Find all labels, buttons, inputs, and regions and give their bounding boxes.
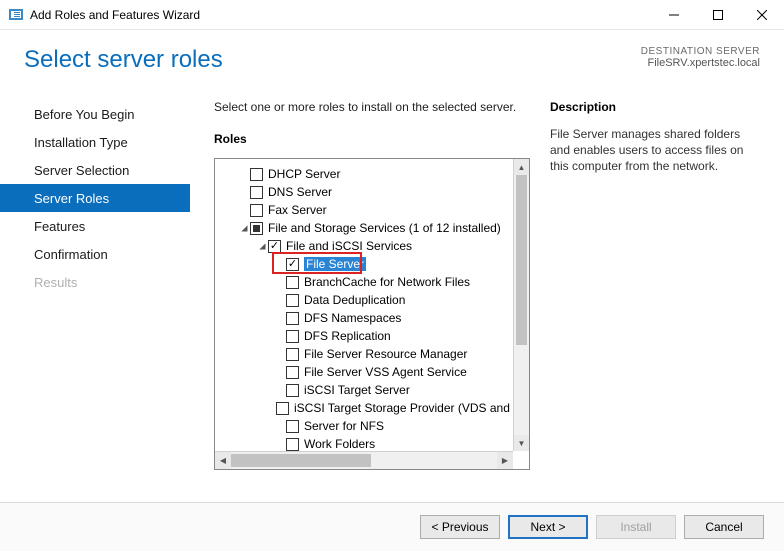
role-node[interactable]: Data Deduplication: [275, 291, 509, 309]
role-node[interactable]: Work Folders: [275, 435, 509, 451]
window-title: Add Roles and Features Wizard: [30, 8, 652, 22]
destination-server: FileSRV.xpertstec.local: [641, 57, 760, 69]
role-node[interactable]: File Server VSS Agent Service: [275, 363, 509, 381]
scroll-up-button[interactable]: ▲: [514, 159, 529, 175]
role-checkbox[interactable]: [276, 402, 289, 415]
minimize-button[interactable]: [652, 0, 696, 30]
scroll-thumb-vert[interactable]: [516, 175, 527, 345]
role-checkbox[interactable]: [286, 420, 299, 433]
role-node[interactable]: ◢ File and iSCSI Services: [257, 237, 509, 255]
destination-label: DESTINATION SERVER: [641, 46, 760, 57]
role-checkbox[interactable]: [286, 276, 299, 289]
role-node[interactable]: File Server Resource Manager: [275, 345, 509, 363]
role-label[interactable]: iSCSI Target Storage Provider (VDS and V…: [294, 401, 513, 415]
description-heading: Description: [550, 100, 760, 114]
role-label[interactable]: iSCSI Target Server: [304, 383, 410, 397]
role-node[interactable]: Server for NFS: [275, 417, 509, 435]
cancel-button[interactable]: Cancel: [684, 515, 764, 539]
role-label[interactable]: DHCP Server: [268, 167, 340, 181]
install-button: Install: [596, 515, 676, 539]
collapse-icon[interactable]: ◢: [258, 241, 267, 251]
horizontal-scrollbar[interactable]: ◀ ▶: [215, 451, 513, 469]
instruction-text: Select one or more roles to install on t…: [214, 100, 530, 114]
previous-button[interactable]: < Previous: [420, 515, 500, 539]
role-label[interactable]: File Server: [304, 257, 366, 271]
role-node[interactable]: iSCSI Target Server: [275, 381, 509, 399]
scroll-left-button[interactable]: ◀: [215, 452, 231, 469]
next-button[interactable]: Next >: [508, 515, 588, 539]
wizard-step-server-selection[interactable]: Server Selection: [0, 156, 190, 184]
vertical-scrollbar[interactable]: ▲ ▼: [513, 159, 529, 451]
app-icon: [8, 7, 24, 23]
role-label[interactable]: File and Storage Services (1 of 12 insta…: [268, 221, 501, 235]
wizard-step-results: Results: [0, 268, 190, 296]
role-label[interactable]: Work Folders: [304, 437, 375, 451]
wizard-steps: Before You BeginInstallation TypeServer …: [0, 82, 190, 502]
role-node[interactable]: BranchCache for Network Files: [275, 273, 509, 291]
role-label[interactable]: Server for NFS: [304, 419, 384, 433]
role-checkbox[interactable]: [250, 168, 263, 181]
roles-heading: Roles: [214, 132, 530, 146]
wizard-step-confirmation[interactable]: Confirmation: [0, 240, 190, 268]
description-text: File Server manages shared folders and e…: [550, 126, 760, 175]
role-node[interactable]: Fax Server: [239, 201, 509, 219]
role-checkbox[interactable]: [286, 438, 299, 451]
role-node[interactable]: DHCP Server: [239, 165, 509, 183]
wizard-step-server-roles[interactable]: Server Roles: [0, 184, 190, 212]
role-label[interactable]: Data Deduplication: [304, 293, 405, 307]
role-checkbox[interactable]: [286, 294, 299, 307]
maximize-button[interactable]: [696, 0, 740, 30]
role-checkbox[interactable]: [286, 258, 299, 271]
role-checkbox[interactable]: [250, 204, 263, 217]
role-label[interactable]: File Server VSS Agent Service: [304, 365, 467, 379]
role-checkbox[interactable]: [250, 222, 263, 235]
role-label[interactable]: DFS Replication: [304, 329, 391, 343]
role-checkbox[interactable]: [286, 330, 299, 343]
collapse-icon[interactable]: ◢: [240, 223, 249, 233]
role-node[interactable]: DNS Server: [239, 183, 509, 201]
role-label[interactable]: DFS Namespaces: [304, 311, 401, 325]
role-checkbox[interactable]: [286, 348, 299, 361]
role-label[interactable]: DNS Server: [268, 185, 332, 199]
role-label[interactable]: Fax Server: [268, 203, 327, 217]
scroll-right-button[interactable]: ▶: [497, 452, 513, 469]
role-label[interactable]: BranchCache for Network Files: [304, 275, 470, 289]
role-node[interactable]: DFS Namespaces: [275, 309, 509, 327]
wizard-step-before-you-begin[interactable]: Before You Begin: [0, 100, 190, 128]
wizard-step-installation-type[interactable]: Installation Type: [0, 128, 190, 156]
wizard-step-features[interactable]: Features: [0, 212, 190, 240]
role-node[interactable]: iSCSI Target Storage Provider (VDS and V…: [275, 399, 509, 417]
scroll-thumb-horiz[interactable]: [231, 454, 371, 467]
role-checkbox[interactable]: [286, 384, 299, 397]
scroll-down-button[interactable]: ▼: [514, 435, 529, 451]
role-node[interactable]: File Server: [275, 255, 509, 273]
role-checkbox[interactable]: [286, 312, 299, 325]
role-checkbox[interactable]: [268, 240, 281, 253]
role-label[interactable]: File Server Resource Manager: [304, 347, 467, 361]
page-title: Select server roles: [24, 46, 641, 74]
roles-tree[interactable]: DHCP ServerDNS ServerFax Server◢File and…: [214, 158, 530, 470]
role-checkbox[interactable]: [250, 186, 263, 199]
close-button[interactable]: [740, 0, 784, 30]
role-label[interactable]: File and iSCSI Services: [286, 239, 412, 253]
role-node[interactable]: ◢ File and Storage Services (1 of 12 inst…: [239, 219, 509, 237]
role-node[interactable]: DFS Replication: [275, 327, 509, 345]
role-checkbox[interactable]: [286, 366, 299, 379]
